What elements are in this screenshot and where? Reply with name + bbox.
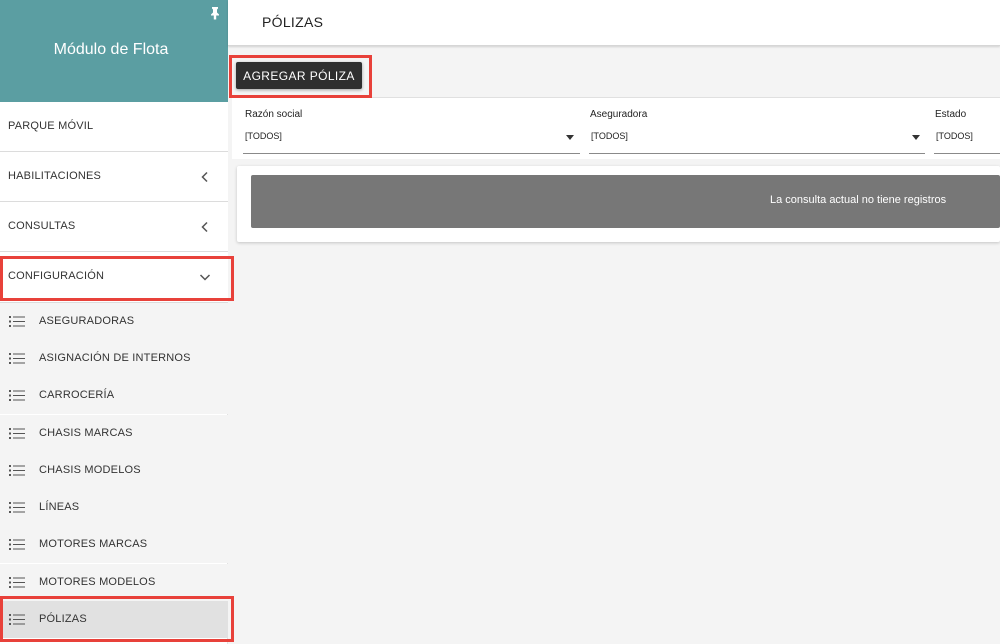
sidebar-subitem-aseguradoras[interactable]: ASEGURADORAS	[0, 303, 228, 340]
sidebar-subitem-chasis-marcas[interactable]: CHASIS MARCAS	[0, 415, 228, 452]
sidebar-subitem-label: LÍNEAS	[39, 501, 80, 513]
aseguradora-select[interactable]: [TODOS]	[589, 122, 925, 154]
filter-label-aseguradora: Aseguradora	[590, 109, 648, 120]
sidebar-subitem-label: CHASIS MODELOS	[39, 464, 141, 476]
list-icon	[9, 316, 25, 327]
sidebar-item-habilitaciones[interactable]: HABILITACIONES	[0, 152, 228, 202]
sidebar-subitem-carroceria[interactable]: CARROCERÍA	[0, 377, 228, 414]
sidebar-subitem-polizas[interactable]: PÓLIZAS	[0, 601, 228, 638]
sidebar-subitem-chasis-modelos[interactable]: CHASIS MODELOS	[0, 452, 228, 489]
list-icon	[9, 502, 25, 513]
sidebar-subitem-asignacion-internos[interactable]: ASIGNACIÓN DE INTERNOS	[0, 340, 228, 377]
empty-results-banner: La consulta actual no tiene registros	[251, 175, 1000, 228]
sidebar-item-configuracion[interactable]: CONFIGURACIÓN	[0, 252, 228, 303]
select-value: [TODOS]	[936, 131, 973, 141]
page-header: PÓLIZAS	[228, 0, 1000, 46]
sidebar-subitem-label: PÓLIZAS	[39, 613, 87, 625]
sidebar-item-label: CONSULTAS	[8, 220, 76, 232]
filter-bar: Razón social [TODOS] Aseguradora [TODOS]…	[232, 97, 1000, 159]
page-title: PÓLIZAS	[262, 14, 324, 30]
estado-select[interactable]: [TODOS]	[934, 122, 1000, 154]
sidebar-subitem-label: ASEGURADORAS	[39, 315, 135, 327]
select-value: [TODOS]	[591, 131, 628, 141]
sidebar-subitem-label: MOTORES MODELOS	[39, 576, 156, 588]
filter-label-estado: Estado	[935, 109, 967, 120]
list-icon	[9, 353, 25, 364]
sidebar-item-label: HABILITACIONES	[8, 170, 102, 182]
app-title: Módulo de Flota	[53, 41, 169, 58]
chevron-left-icon	[201, 171, 208, 183]
list-icon	[9, 577, 25, 588]
chevron-down-icon	[199, 274, 211, 281]
caret-down-icon	[566, 135, 574, 140]
sidebar-subitem-label: CARROCERÍA	[39, 389, 115, 401]
sidebar-item-consultas[interactable]: CONSULTAS	[0, 202, 228, 252]
list-icon	[9, 390, 25, 401]
sidebar-item-parque-movil[interactable]: PARQUE MÓVIL	[0, 102, 228, 152]
add-poliza-button[interactable]: AGREGAR PÓLIZA	[236, 62, 362, 89]
sidebar-subitem-label: CHASIS MARCAS	[39, 427, 133, 439]
list-icon	[9, 428, 25, 439]
sidebar-item-label: PARQUE MÓVIL	[8, 120, 94, 132]
list-icon	[9, 465, 25, 476]
sidebar-subitem-label: ASIGNACIÓN DE INTERNOS	[39, 352, 191, 364]
sidebar-header: Módulo de Flota	[0, 0, 228, 102]
empty-results-message: La consulta actual no tiene registros	[770, 194, 947, 206]
list-icon	[9, 539, 25, 550]
sidebar-subitem-motores-modelos[interactable]: MOTORES MODELOS	[0, 564, 228, 601]
chevron-left-icon	[201, 221, 208, 233]
sidebar-subitem-label: MOTORES MARCAS	[39, 538, 148, 550]
sidebar-item-label: CONFIGURACIÓN	[8, 270, 105, 282]
sidebar-subitem-motores-marcas[interactable]: MOTORES MARCAS	[0, 526, 228, 563]
filter-label-razon-social: Razón social	[245, 109, 303, 120]
razon-social-select[interactable]: [TODOS]	[243, 122, 580, 154]
select-value: [TODOS]	[245, 131, 282, 141]
sidebar: Módulo de Flota PARQUE MÓVIL HABILITACIO…	[0, 0, 228, 644]
caret-down-icon	[912, 135, 920, 140]
pin-icon[interactable]	[209, 6, 221, 20]
list-icon	[9, 614, 25, 625]
sidebar-subitem-lineas[interactable]: LÍNEAS	[0, 489, 228, 526]
